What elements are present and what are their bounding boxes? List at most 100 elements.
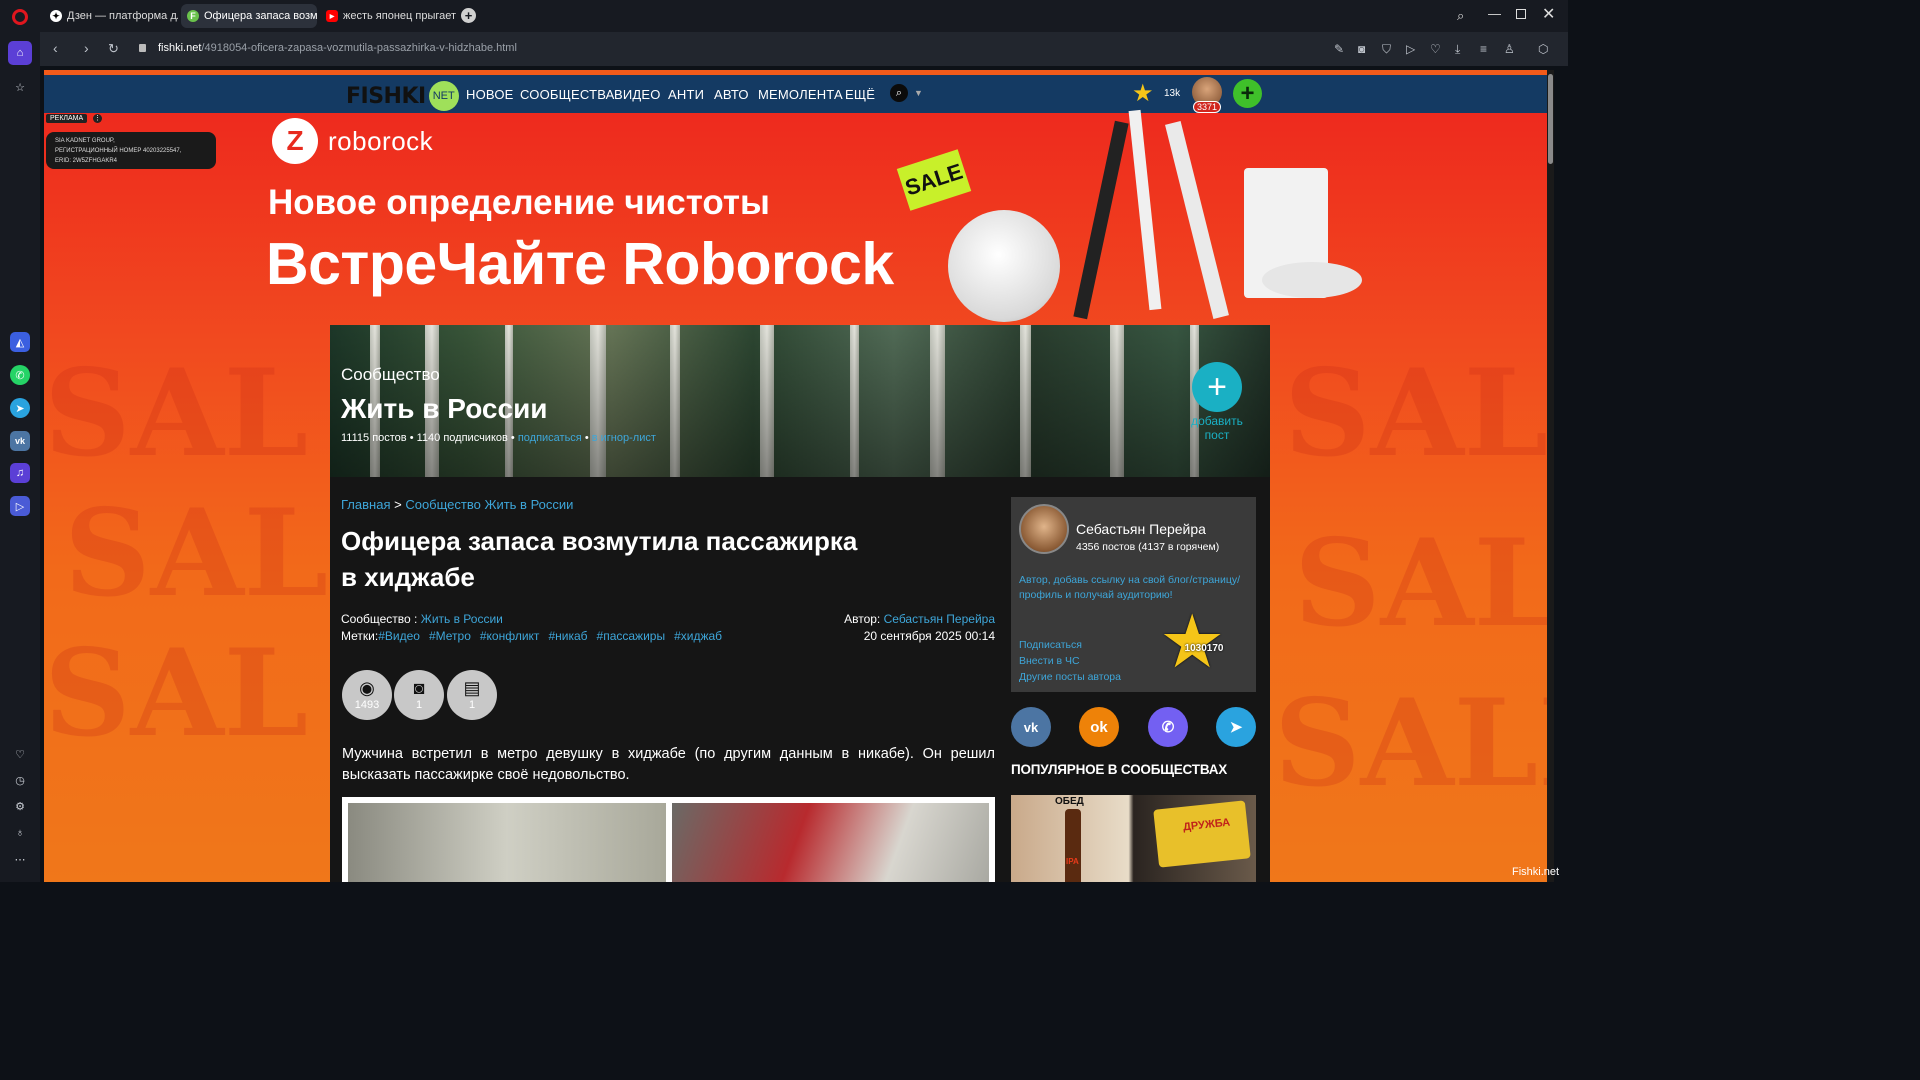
add-post-line: добавить [1191, 414, 1243, 428]
telegram-icon[interactable]: ➤ [10, 398, 30, 418]
restore-button[interactable] [1516, 9, 1526, 19]
browser-sidebar: ⌂ ☆ ◭ ✆ ➤ vk ♫ ▷ ♡ ◷ ⚙ ♁ ⋯ [0, 32, 40, 882]
player-icon[interactable]: ▷ [10, 496, 30, 516]
plus-icon[interactable]: + [1233, 79, 1262, 108]
add-post-button[interactable]: + [1192, 362, 1242, 412]
nav-communities[interactable]: СООБЩЕСТВА [520, 87, 615, 102]
ok-share-button[interactable]: ok [1079, 707, 1119, 747]
minimize-button[interactable]: — [1488, 6, 1501, 21]
webpage: SAL SALE SAL SALE SAL SALE FISHKI NET НО… [44, 70, 1554, 882]
video-player[interactable] [342, 797, 995, 882]
ad-label[interactable]: РЕКЛАМА [46, 114, 88, 123]
reload-icon[interactable]: ↻ [108, 41, 119, 57]
nav-new[interactable]: НОВОЕ [466, 87, 514, 102]
author-avatar[interactable] [1019, 504, 1069, 554]
breadcrumb-current[interactable]: Сообщество Жить в России [405, 497, 573, 512]
film-icon: ▤ [463, 678, 481, 698]
article-title: Офицера запаса возмутила пассажирка в хи… [341, 523, 857, 595]
article-body: Мужчина встретил в метро девушку в хиджа… [342, 746, 995, 783]
whatsapp-icon[interactable]: ✆ [10, 365, 30, 385]
url-field[interactable]: fishki.net/4918054-oficera-zapasa-vozmut… [158, 42, 517, 54]
notification-badge[interactable]: 3371 [1193, 101, 1222, 113]
vk-icon[interactable]: vk [10, 431, 30, 451]
author-promo[interactable]: Автор, добавь ссылку на свой блог/страни… [1019, 573, 1240, 603]
ad-disclaimer: SIA KADNET GROUP, РЕГИСТРАЦИОННЫЙ НОМЕР … [46, 132, 216, 169]
thumb-caption: ОБЕД [1055, 796, 1084, 807]
community-label: Сообщество [341, 365, 440, 384]
telegram-share-button[interactable]: ➤ [1216, 707, 1256, 747]
breadcrumb-home[interactable]: Главная [341, 497, 390, 512]
nav-anti[interactable]: АНТИ [668, 87, 704, 102]
tag-link[interactable]: #хиджаб [674, 629, 722, 643]
more-icon[interactable]: ⋯ [10, 849, 30, 869]
edit-icon[interactable]: ✎ [1334, 42, 1344, 56]
author-rating: 1030170 [1184, 643, 1224, 654]
rating-star-icon[interactable]: ★ [1132, 79, 1154, 108]
tab-fishki[interactable]: F Офицера запаса возмути [181, 4, 317, 28]
photos-count: 1 [415, 699, 423, 711]
robot-vacuum-image [1262, 262, 1362, 298]
music-icon[interactable]: ♫ [10, 463, 30, 483]
author-link[interactable]: Себастьян Перейра [884, 612, 995, 626]
star-icon[interactable]: ☆ [10, 77, 30, 97]
search-icon[interactable]: ⌕ [890, 84, 908, 102]
viber-share-button[interactable]: ✆ [1148, 707, 1188, 747]
heart-icon[interactable]: ♡ [10, 744, 30, 764]
tab-dzen[interactable]: ✦ Дзен — платформа для п [44, 4, 178, 28]
tab-youtube[interactable]: ▶ жесть японец прыгает с [320, 4, 456, 28]
other-posts-link[interactable]: Другие посты автора [1019, 669, 1121, 685]
new-tab-button[interactable]: + [461, 8, 476, 23]
tips-icon[interactable]: ♁ [10, 823, 30, 843]
ad-info-icon[interactable]: ⋮ [93, 114, 102, 123]
nav-more[interactable]: ЕЩЁ [845, 87, 875, 102]
author-name[interactable]: Себастьян Перейра [1076, 521, 1206, 537]
settings-icon[interactable]: ⚙ [10, 796, 30, 816]
tag-link[interactable]: #Метро [429, 629, 471, 643]
title-line: Офицера запаса возмутила пассажирка [341, 526, 858, 556]
page-scrollbar[interactable] [1547, 70, 1554, 882]
chevron-down-icon[interactable]: ▼ [914, 88, 923, 98]
shield-icon[interactable]: ⛉ [1382, 42, 1391, 57]
community-meta-link[interactable]: Жить в России [421, 612, 503, 626]
popular-thumbnail[interactable]: ОБЕД IPA ДРУЖБА [1011, 795, 1256, 882]
vk-share-button[interactable]: vk [1011, 707, 1051, 747]
nav-memolenta[interactable]: МЕМОЛЕНТА [758, 87, 843, 102]
ad-disclaimer-line: ERID: 2W5ZFHGAKR4 [55, 158, 118, 164]
roborock-logo[interactable]: Z roborock [272, 118, 433, 164]
send-icon[interactable]: ▷ [1406, 42, 1415, 56]
camera-icon[interactable]: ◙ [1358, 42, 1365, 56]
history-icon[interactable]: ◷ [10, 770, 30, 790]
aria-icon[interactable]: ◭ [10, 332, 30, 352]
opera-logo-icon[interactable] [12, 9, 28, 25]
youtube-icon: ▶ [326, 10, 338, 22]
nav-auto[interactable]: АВТО [714, 87, 749, 102]
subscribe-author-link[interactable]: Подписаться [1019, 637, 1121, 653]
menu-icon[interactable]: ≡ [1480, 42, 1487, 56]
home-icon[interactable]: ⌂ [8, 41, 32, 65]
site-logo[interactable]: FISHKI NET [346, 81, 459, 111]
ignore-link[interactable]: в игнор-лист [592, 432, 656, 444]
community-name[interactable]: Жить в России [341, 393, 548, 425]
tag-link[interactable]: #никаб [548, 629, 587, 643]
download-icon[interactable]: ⤓ [1455, 42, 1460, 57]
post-date: 20 сентября 2025 00:14 [863, 629, 995, 643]
scrollbar-thumb[interactable] [1548, 74, 1553, 164]
tag-link[interactable]: #Видео [378, 629, 420, 643]
rating-count: 13k [1164, 88, 1181, 99]
tag-link[interactable]: #конфликт [480, 629, 540, 643]
search-tabs-icon[interactable]: ⌕ [1457, 8, 1464, 24]
add-post-label[interactable]: добавить пост [1176, 414, 1258, 442]
subscribe-link[interactable]: подписаться [518, 432, 582, 444]
forward-icon[interactable]: › [84, 40, 89, 56]
back-icon[interactable]: ‹ [53, 40, 58, 56]
roborock-logo-icon: Z [272, 118, 318, 164]
profile-icon[interactable]: ♙ [1504, 42, 1515, 56]
close-window-button[interactable]: ✕ [1542, 4, 1555, 24]
extensions-icon[interactable]: ⬡ [1538, 42, 1548, 56]
photos-stat[interactable]: ◙ 1 [394, 670, 444, 720]
nav-video[interactable]: ВИДЕО [614, 87, 661, 102]
bookmark-heart-icon[interactable]: ♡ [1430, 42, 1441, 56]
blacklist-link[interactable]: Внести в ЧС [1019, 653, 1121, 669]
tag-link[interactable]: #пассажиры [597, 629, 666, 643]
videos-stat[interactable]: ▤ 1 [447, 670, 497, 720]
